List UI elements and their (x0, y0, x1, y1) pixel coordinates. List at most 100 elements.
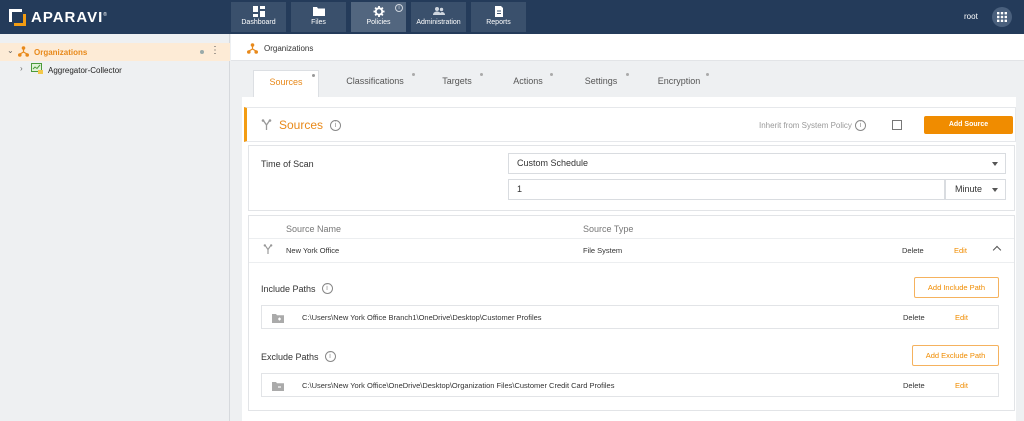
tab-label: Actions (513, 76, 543, 86)
nav-tab-files[interactable]: Files (291, 2, 346, 32)
nav-label: Policies (366, 19, 391, 26)
source-branch-icon (261, 119, 272, 130)
tree-item-aggregator-collector[interactable]: › Aggregator-Collector (0, 61, 230, 79)
brand-name: APARAVI (31, 9, 104, 26)
folder-add-icon (272, 314, 284, 323)
edit-link[interactable]: Edit (955, 313, 968, 322)
delete-link[interactable]: Delete (903, 381, 925, 390)
folder-icon (312, 7, 325, 16)
edit-link[interactable]: Edit (955, 381, 968, 390)
nav-label: Files (311, 19, 326, 26)
interval-value: 1 (517, 184, 523, 194)
schedule-select[interactable]: Custom Schedule (508, 153, 1006, 174)
sources-section-header: Sources i Inherit from System Policy i A… (244, 107, 1016, 142)
delete-link[interactable]: Delete (903, 313, 925, 322)
tree-item-label: Aggregator-Collector (48, 65, 122, 75)
divider (249, 238, 1014, 239)
tab-indicator-dot (550, 73, 553, 76)
gear-icon (373, 6, 384, 17)
add-include-path-button[interactable]: Add Include Path (914, 277, 999, 298)
column-header-source-name: Source Name (286, 224, 342, 234)
logo-mark-icon (9, 9, 26, 26)
include-path-row[interactable]: C:\Users\New York Office Branch1\OneDriv… (261, 305, 999, 329)
exclude-paths-heading: Exclude Paths i (261, 351, 336, 362)
user-name[interactable]: root (964, 12, 978, 21)
include-paths-label: Include Paths (261, 283, 316, 294)
schedule-value: Custom Schedule (517, 158, 589, 168)
edit-link[interactable]: Edit (954, 246, 967, 255)
tree-panel: ⌄ Organizations ⋮ › Aggregator-Collector (0, 34, 230, 421)
path-value: C:\Users\New York Office\OneDrive\Deskto… (302, 381, 615, 390)
tab-sources[interactable]: Sources (253, 70, 319, 97)
add-exclude-path-button[interactable]: Add Exclude Path (912, 345, 999, 366)
users-icon (432, 7, 445, 15)
sources-table: Source Name Source Type New York Office … (248, 215, 1015, 411)
app-launcher-button[interactable] (992, 7, 1012, 27)
organization-icon (247, 43, 258, 54)
breadcrumb[interactable]: Organizations (247, 43, 313, 54)
status-dot (200, 50, 204, 54)
nav-tab-dashboard[interactable]: Dashboard (231, 2, 286, 32)
collector-icon (31, 63, 43, 74)
tab-indicator-dot (480, 73, 483, 76)
interval-input[interactable]: 1 (508, 179, 945, 200)
tab-settings[interactable]: Settings (573, 70, 629, 97)
time-of-scan-label: Time of Scan (261, 159, 314, 169)
delete-link[interactable]: Delete (902, 246, 924, 255)
nav-label: Reports (486, 19, 511, 26)
inherit-label: Inherit from System Policy (759, 121, 852, 130)
unit-value: Minute (955, 184, 983, 194)
exclude-paths-label: Exclude Paths (261, 351, 319, 362)
nav-tab-reports[interactable]: Reports (471, 2, 526, 32)
time-of-scan-panel: Time of Scan Custom Schedule 1 Minute (248, 145, 1015, 211)
tab-encryption[interactable]: Encryption (649, 70, 709, 97)
nav-tab-administration[interactable]: Administration (411, 2, 466, 32)
nav-tab-policies[interactable]: i Policies (351, 2, 406, 32)
tab-indicator-dot (706, 73, 709, 76)
nav-label: Administration (416, 19, 461, 26)
interval-unit-select[interactable]: Minute (945, 179, 1006, 200)
report-icon (494, 6, 503, 17)
chevron-down-icon[interactable]: ⌄ (7, 46, 14, 55)
info-icon[interactable]: i (321, 283, 333, 294)
path-value: C:\Users\New York Office Branch1\OneDriv… (302, 313, 542, 322)
brand-registered: ® (103, 12, 108, 18)
add-source-button[interactable]: Add Source (924, 116, 1013, 134)
tree-item-organizations[interactable]: ⌄ Organizations ⋮ (0, 43, 230, 61)
chevron-right-icon[interactable]: › (20, 64, 23, 73)
tab-label: Encryption (657, 76, 701, 86)
tab-label: Sources (269, 77, 303, 87)
inherit-setting: Inherit from System Policy i (759, 120, 866, 131)
tab-targets[interactable]: Targets (431, 70, 483, 97)
include-paths-heading: Include Paths i (261, 283, 333, 294)
chevron-up-icon[interactable] (992, 245, 1002, 255)
tab-label: Settings (584, 76, 618, 86)
exclude-path-row[interactable]: C:\Users\New York Office\OneDrive\Deskto… (261, 373, 999, 397)
info-icon[interactable]: i (854, 120, 866, 131)
caret-down-icon (992, 188, 998, 192)
info-icon[interactable]: i (395, 4, 403, 12)
column-header-source-type: Source Type (583, 224, 634, 234)
info-icon[interactable]: i (324, 351, 336, 362)
tab-actions[interactable]: Actions (503, 70, 553, 97)
breadcrumb-bar: Organizations (231, 34, 1024, 61)
divider (249, 262, 1014, 263)
tab-indicator-dot (626, 73, 629, 76)
tree-item-label: Organizations (34, 47, 88, 57)
source-branch-icon (263, 244, 273, 255)
organization-icon (18, 46, 29, 57)
nav-label: Dashboard (241, 19, 276, 26)
info-icon[interactable]: i (330, 120, 341, 131)
tab-classifications[interactable]: Classifications (335, 70, 415, 97)
folder-remove-icon (272, 382, 284, 391)
source-type: File System (583, 246, 623, 255)
tab-label: Classifications (346, 76, 404, 86)
inherit-checkbox[interactable] (892, 120, 902, 130)
top-bar: APARAVI® Dashboard Files i Policies Admi… (0, 0, 1024, 34)
grid-icon (997, 12, 1007, 22)
more-menu-icon[interactable]: ⋮ (210, 46, 220, 56)
app-logo[interactable]: APARAVI® (9, 9, 108, 26)
dashboard-icon (252, 6, 265, 17)
caret-down-icon (992, 162, 998, 166)
tab-label: Targets (442, 76, 472, 86)
